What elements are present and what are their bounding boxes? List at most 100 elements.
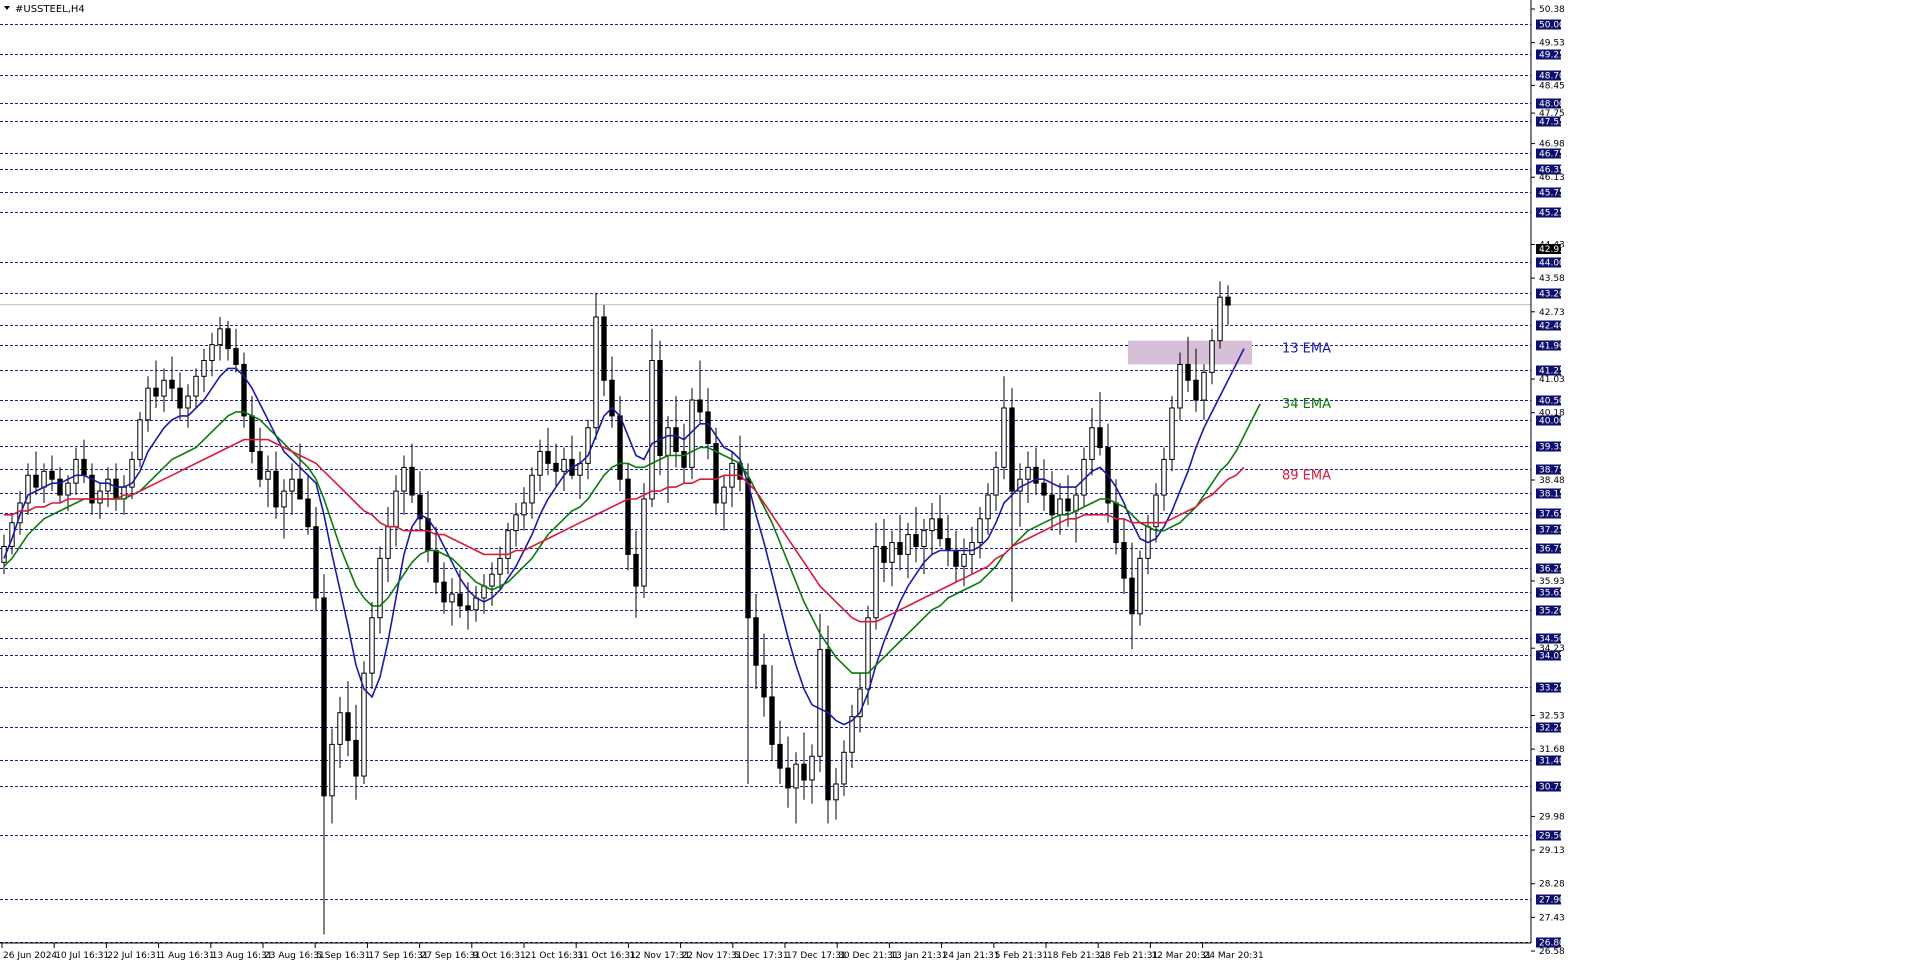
candle-bear xyxy=(113,478,119,500)
candle-bear xyxy=(825,648,831,801)
candle-bear xyxy=(457,593,463,607)
candle-bull xyxy=(537,451,543,476)
candle-bear xyxy=(1041,482,1047,496)
x-tick-label: 10 Jul 16:31 xyxy=(55,951,109,961)
level-tag-label: 41.90 xyxy=(1539,342,1565,352)
candle-bull xyxy=(265,470,271,480)
candle-bear xyxy=(1113,502,1119,544)
candle-bear xyxy=(313,526,319,599)
y-tick-label: 48.45 xyxy=(1539,81,1565,91)
candle-bear xyxy=(1129,577,1135,615)
candle-bull xyxy=(641,498,647,587)
candle-bull xyxy=(833,783,839,801)
candle-bull xyxy=(513,514,519,532)
candle-bull xyxy=(921,530,927,547)
candle-bull xyxy=(1137,557,1143,615)
level-tag-label: 39.35 xyxy=(1539,443,1565,453)
candle-bull xyxy=(329,743,335,797)
candle-bull xyxy=(193,375,199,397)
candle-bear xyxy=(945,538,951,551)
ema-label: 34 EMA xyxy=(1282,397,1331,412)
candle-bear xyxy=(673,427,679,453)
level-tag-label: 27.90 xyxy=(1539,896,1565,906)
level-tag-label: 29.50 xyxy=(1539,832,1565,842)
y-tick-label: 31.68 xyxy=(1539,745,1565,755)
candle-bull xyxy=(481,585,487,599)
y-tick-label: 35.93 xyxy=(1539,577,1565,587)
candle-bear xyxy=(633,553,639,587)
y-tick-label: 49.53 xyxy=(1539,39,1565,49)
candle-bull xyxy=(161,379,167,397)
level-tag-label: 35.65 xyxy=(1539,589,1565,599)
candle-bear xyxy=(1193,379,1199,401)
candle-bull xyxy=(929,518,935,532)
ema-label: 13 EMA xyxy=(1282,342,1331,357)
y-tick-label: 47.75 xyxy=(1539,109,1565,119)
level-tag-label: 31.40 xyxy=(1539,757,1565,767)
level-tag-label: 50.00 xyxy=(1539,21,1565,31)
level-tag-label: 36.75 xyxy=(1539,545,1565,555)
candle-bear xyxy=(241,363,247,417)
y-tick-label: 29.98 xyxy=(1539,812,1565,822)
candle-bear xyxy=(353,739,359,777)
y-tick-label: 41.03 xyxy=(1539,375,1565,385)
level-tag-label: 35.20 xyxy=(1539,607,1565,617)
candle-bull xyxy=(841,751,847,785)
candle-bear xyxy=(81,458,87,476)
x-tick-label: 18 Feb 21:31 xyxy=(1047,951,1106,961)
candle-bull xyxy=(793,763,799,789)
candle-bull xyxy=(65,482,71,496)
candle-bull xyxy=(145,387,151,421)
candle-bull xyxy=(1161,458,1167,496)
resistance-zone xyxy=(1128,340,1252,365)
candle-bear xyxy=(1009,407,1015,492)
candle-bear xyxy=(153,387,159,397)
candle-bull xyxy=(217,328,223,346)
y-tick-label: 28.28 xyxy=(1539,880,1565,890)
candle-bull xyxy=(977,518,983,544)
candle-bull xyxy=(561,458,567,472)
level-tag-label: 45.75 xyxy=(1539,189,1565,199)
candle-bear xyxy=(777,743,783,769)
candle-bear xyxy=(433,549,439,583)
level-tag-label: 32.25 xyxy=(1539,724,1565,734)
y-tick-label: 40.18 xyxy=(1539,409,1565,419)
x-tick-label: 5 Sep 16:31 xyxy=(316,951,370,961)
y-tick-label: 32.53 xyxy=(1539,712,1565,722)
candle-bear xyxy=(305,498,311,528)
x-tick-label: 5 Feb 21:31 xyxy=(995,951,1048,961)
candle-bull xyxy=(209,344,215,361)
candle-bull xyxy=(105,478,111,492)
x-tick-label: 24 Jan 21:31 xyxy=(943,951,1000,961)
candle-bear xyxy=(225,328,231,350)
level-tag-label: 34.50 xyxy=(1539,635,1565,645)
candle-bull xyxy=(377,557,383,619)
level-tag-label: 48.70 xyxy=(1539,72,1565,82)
candle-bull xyxy=(1025,466,1031,480)
candle-bear xyxy=(1097,427,1103,449)
candle-bear xyxy=(745,478,751,619)
x-tick-label: 13 Jan 21:31 xyxy=(890,951,947,961)
candle-bear xyxy=(1065,498,1071,512)
candle-bull xyxy=(337,712,343,745)
x-tick-label: 5 Dec 17:31 xyxy=(734,951,789,961)
y-tick-label: 26.58 xyxy=(1539,947,1565,957)
candle-bear xyxy=(273,470,279,508)
candle-bear xyxy=(753,617,759,666)
level-tag-label: 33.25 xyxy=(1539,684,1565,694)
x-tick-label: 31 Oct 16:31 xyxy=(577,951,636,961)
candle-bear xyxy=(769,696,775,745)
candle-bull xyxy=(401,466,407,492)
candle-bear xyxy=(257,451,263,480)
candle-bull xyxy=(1089,427,1095,460)
candle-bull xyxy=(1001,407,1007,468)
level-tag-label: 46.75 xyxy=(1539,150,1565,160)
x-tick-label: 24 Mar 20:31 xyxy=(1204,951,1264,961)
x-tick-label: 1 Aug 16:31 xyxy=(160,951,215,961)
candle-bull xyxy=(593,316,599,429)
candle-bear xyxy=(233,348,239,365)
candle-bull xyxy=(873,545,879,619)
candle-bull xyxy=(1169,407,1175,460)
candle-bull xyxy=(529,474,535,504)
price-chart[interactable]: 13 EMA34 EMA89 EMA 50.0049.2548.7048.004… xyxy=(0,0,1916,963)
